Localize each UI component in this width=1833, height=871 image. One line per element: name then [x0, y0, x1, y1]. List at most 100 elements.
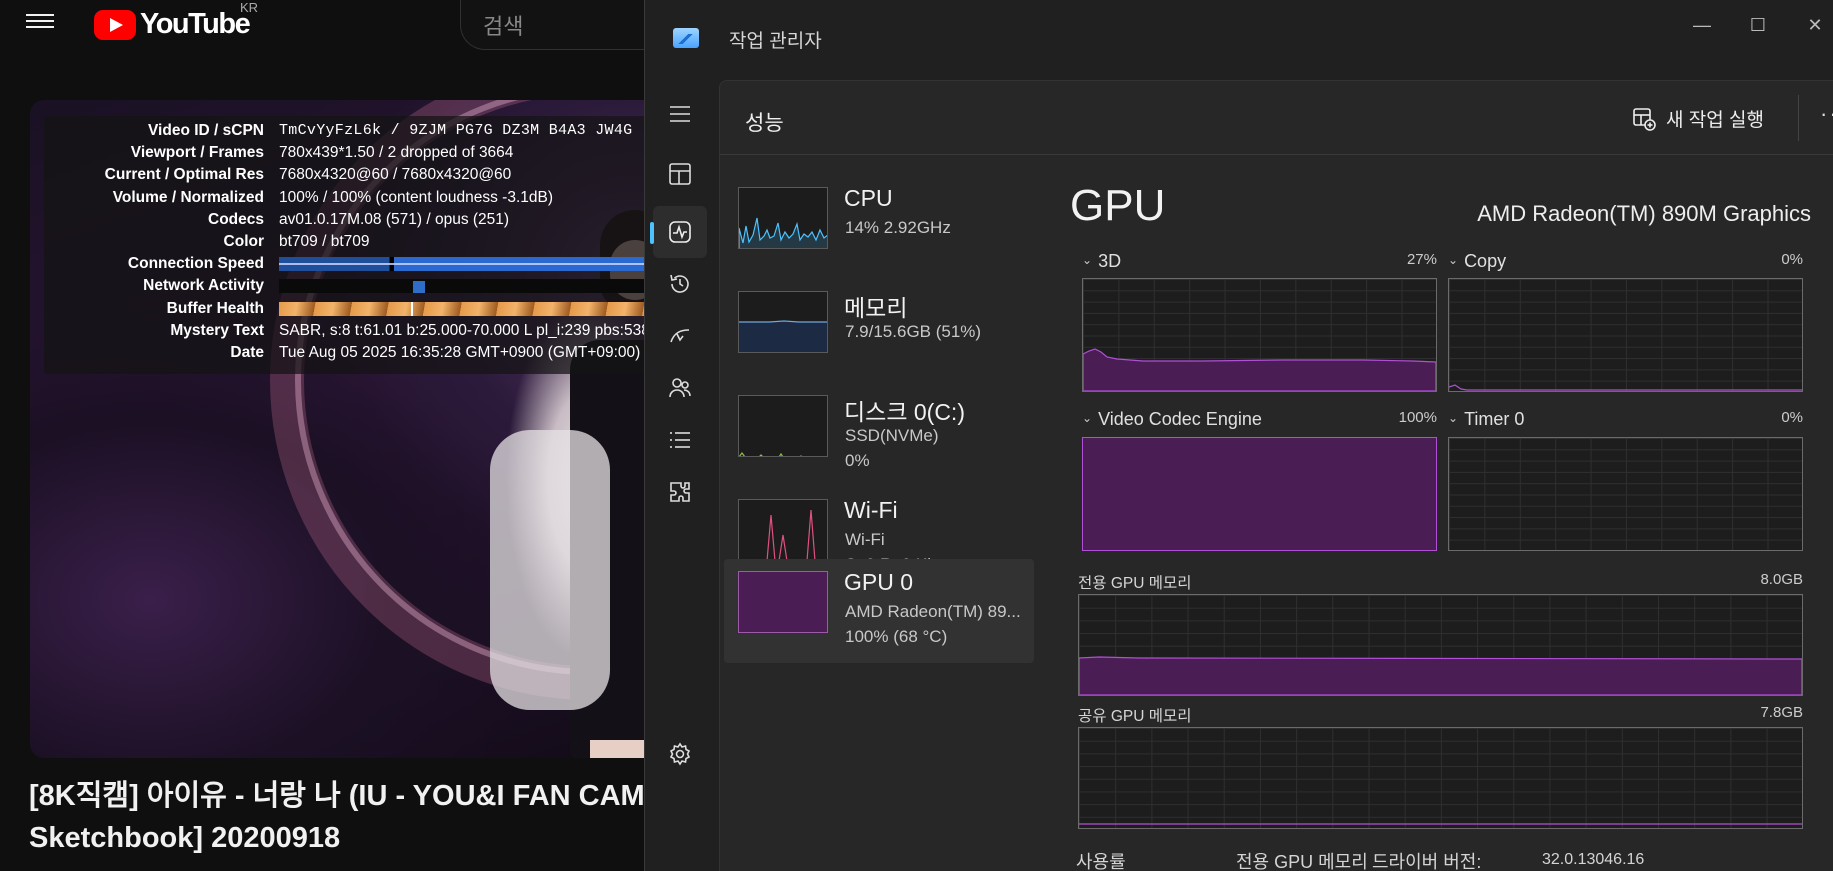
- stats-row: Codecs av01.0.17M.08 (571) / opus (251): [44, 209, 704, 231]
- stats-row: Date Tue Aug 05 2025 16:35:28 GMT+0900 (G…: [44, 342, 704, 364]
- stats-for-nerds-panel: Video ID / sCPN TmCvYyFzL6k / 9ZJM PG7G D…: [44, 116, 704, 374]
- hamburger-menu-icon[interactable]: [26, 10, 54, 32]
- memory-mini-graph: [738, 291, 828, 353]
- graph-video-codec: [1082, 437, 1437, 551]
- driver-version-label: 드라이버 버전:: [1372, 852, 1482, 871]
- utilization-label: 사용률: [1076, 852, 1126, 871]
- header-divider: [1798, 95, 1799, 141]
- shared-memory-label: 공유 GPU 메모리: [1078, 708, 1192, 725]
- gpu-model-name: AMD Radeon(TM) 890M Graphics: [1477, 201, 1811, 226]
- engine-label: Video Codec Engine: [1098, 409, 1262, 429]
- stats-key: Network Activity: [143, 277, 264, 295]
- device-item-memory[interactable]: 메모리 7.9/15.6GB (51%): [724, 279, 1034, 383]
- device-item-cpu[interactable]: CPU 14% 2.92GHz: [724, 175, 1034, 279]
- more-options-button[interactable]: ···: [1820, 101, 1833, 127]
- graph-copy: [1448, 278, 1803, 392]
- users-icon[interactable]: [653, 362, 707, 414]
- performance-page: 성능 새 작업 실행 ··· CPU 14% 2.92GHz 메모리 7.9/1…: [719, 80, 1833, 871]
- task-manager-window: 작업 관리자 — ☐ ✕ 성능 새 작업 실행 · CPU 14% 2.92GH…: [644, 0, 1833, 871]
- stats-key: Viewport / Frames: [130, 144, 264, 162]
- startup-apps-icon[interactable]: [653, 310, 707, 362]
- stats-row: Network Activity: [44, 275, 704, 297]
- engine-percent: 27%: [1406, 251, 1437, 268]
- graph-3d: [1082, 278, 1437, 392]
- cpu-mini-graph: [738, 187, 828, 249]
- dedicated-memory-max: 8.0GB: [1760, 571, 1803, 588]
- performance-icon[interactable]: [650, 206, 707, 258]
- engine-selector-3d[interactable]: ⌄ 3D: [1082, 251, 1121, 272]
- engine-label: Timer 0: [1464, 409, 1525, 429]
- stats-value: SABR, s:8 t:61.01 b:25.000-70.000 L pl_i…: [279, 321, 650, 339]
- stats-row: Viewport / Frames 780x439*1.50 / 2 droppe…: [44, 142, 704, 164]
- stats-row: Current / Optimal Res 7680x4320@60 / 7680…: [44, 164, 704, 186]
- device-name: 디스크 0(C:): [844, 399, 965, 425]
- stats-key: Volume / Normalized: [112, 188, 264, 206]
- stats-row: Buffer Health: [44, 298, 704, 320]
- stats-row: Mystery Text SABR, s:8 t:61.01 b:25.000-7…: [44, 320, 704, 342]
- stats-value: TmCvYyFzL6k / 9ZJM PG7G DZ3M B4A3 JW4G: [279, 122, 633, 139]
- device-item-gpu[interactable]: GPU 0 AMD Radeon(TM) 89... 100% (68 °C): [724, 559, 1034, 663]
- youtube-logo[interactable]: YouTube KR: [94, 0, 258, 41]
- engine-selector-copy[interactable]: ⌄ Copy: [1448, 251, 1506, 272]
- device-name: 메모리: [844, 295, 908, 321]
- video-title: [8K직캠] 아이유 - 너랑 나 (IU - YOU&I FAN CAM) S…: [29, 775, 669, 859]
- device-detail: AMD Radeon(TM) 89...: [845, 602, 1021, 621]
- disk-mini-graph: [738, 395, 828, 457]
- stats-value: 780x439*1.50 / 2 dropped of 3664: [279, 144, 514, 162]
- device-name: GPU 0: [844, 569, 914, 595]
- graph-shared-memory: [1078, 727, 1803, 829]
- gpu-mini-graph: [738, 571, 828, 633]
- graph-dedicated-memory: [1078, 594, 1803, 696]
- stats-row: Volume / Normalized 100% / 100% (content …: [44, 187, 704, 209]
- run-new-task-button[interactable]: 새 작업 실행: [1632, 105, 1764, 132]
- dedicated-memory-stat-label: 전용 GPU 메모리: [1236, 852, 1368, 871]
- stats-value: av01.0.17M.08 (571) / opus (251): [279, 210, 510, 228]
- engine-percent: 100%: [1398, 409, 1437, 426]
- left-navigation: [645, 80, 719, 871]
- gpu-title: GPU: [1070, 181, 1166, 230]
- page-header: 성능 새 작업 실행 ···: [720, 81, 1833, 155]
- title-bar[interactable]: 작업 관리자 — ☐ ✕: [645, 0, 1833, 80]
- window-title: 작업 관리자: [729, 31, 822, 52]
- search-placeholder: 검색: [483, 14, 524, 39]
- stats-row: Color bt709 / bt709: [44, 231, 704, 253]
- stats-key: Codecs: [208, 210, 264, 228]
- stats-row: Video ID / sCPN TmCvYyFzL6k / 9ZJM PG7G D…: [44, 120, 704, 142]
- minimize-button[interactable]: —: [1682, 10, 1722, 40]
- stats-value: 7680x4320@60 / 7680x4320@60: [279, 166, 512, 184]
- stats-value: 100% / 100% (content loudness -3.1dB): [279, 188, 554, 206]
- device-detail: Wi-Fi: [845, 530, 885, 549]
- close-button[interactable]: ✕: [1795, 10, 1833, 40]
- device-detail-2: 0%: [845, 451, 870, 470]
- video-title-line2: Sketchbook] 20200918: [29, 822, 341, 854]
- device-name: CPU: [844, 185, 893, 211]
- wifi-mini-graph: [738, 499, 828, 561]
- settings-icon[interactable]: [653, 728, 707, 780]
- new-task-icon: [1633, 107, 1656, 131]
- maximize-button[interactable]: ☐: [1738, 10, 1778, 40]
- page-title: 성능: [745, 112, 784, 135]
- task-manager-app-icon: [673, 28, 699, 48]
- stats-key: Video ID / sCPN: [148, 122, 264, 139]
- network-activity-bar: [279, 279, 704, 294]
- stats-key: Current / Optimal Res: [104, 166, 264, 184]
- shared-memory-max: 7.8GB: [1760, 704, 1803, 721]
- device-item-disk[interactable]: 디스크 0(C:) SSD(NVMe) 0%: [724, 383, 1034, 487]
- device-detail: SSD(NVMe): [845, 426, 939, 445]
- run-new-task-label: 새 작업 실행: [1666, 110, 1764, 131]
- engine-selector-video-codec[interactable]: ⌄ Video Codec Engine: [1082, 409, 1262, 430]
- hamburger-icon[interactable]: [653, 88, 707, 140]
- device-detail: 7.9/15.6GB (51%): [845, 322, 982, 341]
- stats-key: Mystery Text: [170, 321, 264, 339]
- processes-icon[interactable]: [653, 148, 707, 200]
- stats-value: bt709 / bt709: [279, 233, 370, 250]
- stats-key: Color: [223, 233, 264, 250]
- stats-key: Connection Speed: [127, 255, 264, 273]
- app-history-icon[interactable]: [653, 258, 707, 310]
- driver-version-value: 32.0.13046.16: [1542, 851, 1645, 868]
- engine-selector-timer[interactable]: ⌄ Timer 0: [1448, 409, 1524, 430]
- services-icon[interactable]: [653, 466, 707, 518]
- details-icon[interactable]: [653, 414, 707, 466]
- stats-key: Date: [230, 344, 264, 361]
- connection-speed-bar: [279, 257, 704, 272]
